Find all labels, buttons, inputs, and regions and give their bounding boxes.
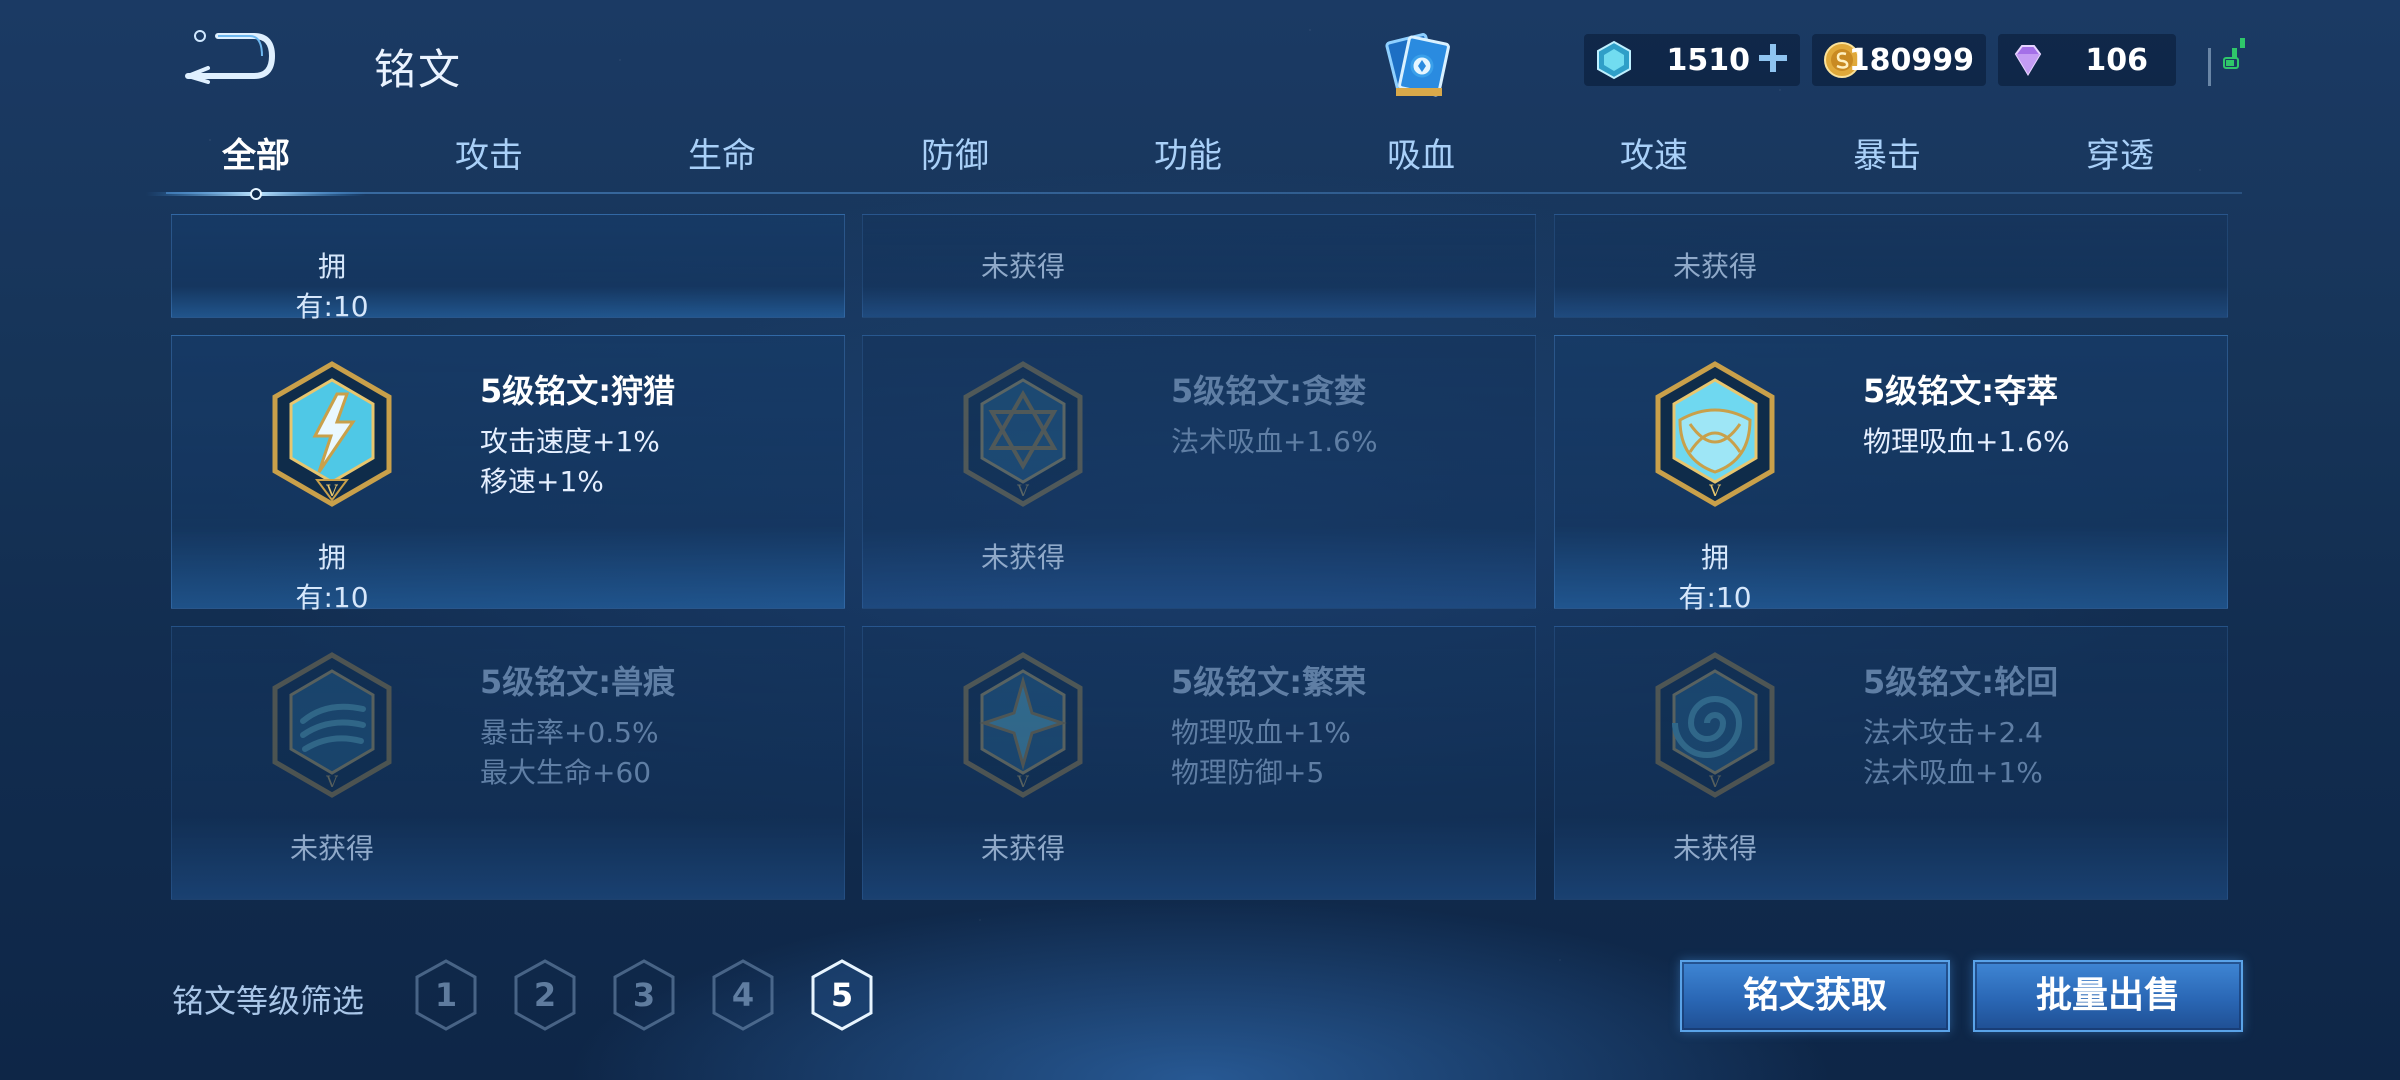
card-stat: 暴击率+0.5%	[480, 716, 659, 749]
purple-diamond-icon	[2014, 45, 2042, 76]
card-stat: 法术吸血+1.6%	[1171, 425, 1378, 458]
card-title: 5级铭文:繁荣	[1171, 663, 1367, 701]
inscription-card-cycle[interactable]: V 5级铭文:轮回 法术攻击+2.4 法术吸血+1% 未获得	[1554, 626, 2228, 900]
hunt-lightning-emblem-icon: V	[272, 361, 392, 507]
level-number: 4	[731, 976, 755, 1014]
gem-coupon-icon	[1597, 40, 1631, 80]
not-obtained-label: 未获得	[980, 541, 1065, 574]
owned-count: 拥有:10	[295, 541, 369, 614]
tab-utility[interactable]: 功能	[1098, 128, 1278, 194]
level-filter-label: 铭文等级筛选	[172, 982, 365, 1020]
inscription-card-greed[interactable]: V 5级铭文:贪婪 法术吸血+1.6% 未获得	[862, 335, 1536, 609]
gold-currency: 180999	[1812, 34, 1986, 86]
inscription-deck-icon[interactable]	[1378, 26, 1458, 106]
gem-count: 1510	[1666, 42, 1751, 78]
card-title: 5级铭文:轮回	[1863, 663, 2059, 701]
gold-count: 180999	[1848, 42, 1974, 78]
get-inscription-button[interactable]: 铭文获取	[1680, 960, 1950, 1032]
level-v-mark: V	[1708, 772, 1721, 791]
seize-knot-emblem-icon: V	[1655, 361, 1775, 507]
not-obtained-label: 未获得	[1672, 250, 1757, 283]
card-stat: 物理吸血+1.6%	[1863, 425, 2070, 458]
level-number: 2	[533, 976, 557, 1014]
inscription-card-partial[interactable]: 未获得	[1554, 214, 2228, 318]
level-filter-4[interactable]: 4	[710, 958, 776, 1032]
level-v-mark: V	[1016, 481, 1029, 500]
inscription-card-prosper[interactable]: V 5级铭文:繁荣 物理吸血+1% 物理防御+5 未获得	[862, 626, 1536, 900]
card-title: 5级铭文:兽痕	[480, 663, 676, 701]
card-stat: 物理防御+5	[1171, 756, 1325, 789]
level-filter-3[interactable]: 3	[611, 958, 677, 1032]
card-stat: 攻击速度+1%	[480, 425, 660, 458]
diamond-count: 106	[2085, 42, 2148, 78]
not-obtained-label: 未获得	[289, 832, 374, 865]
card-stat: 移速+1%	[480, 465, 604, 498]
tab-attack-speed[interactable]: 攻速	[1564, 128, 1744, 194]
level-v-mark: V	[325, 481, 338, 500]
back-button[interactable]	[178, 28, 278, 84]
cycle-swirl-emblem-icon: V	[1655, 652, 1775, 798]
inscription-card-beast[interactable]: V 5级铭文:兽痕 暴击率+0.5% 最大生命+60 未获得	[171, 626, 845, 900]
not-obtained-label: 未获得	[980, 832, 1065, 865]
inscription-card-hunt[interactable]: V 5级铭文:狩猎 攻击速度+1% 移速+1% 拥有:10	[171, 335, 845, 614]
level-number: 1	[434, 976, 458, 1014]
category-tabs: 全部 攻击 生命 防御 功能 吸血 攻速 暴击 穿透	[146, 128, 2242, 200]
greed-star-emblem-icon: V	[963, 361, 1083, 507]
not-obtained-label: 未获得	[1672, 832, 1757, 865]
add-gem-icon[interactable]	[1756, 41, 1790, 75]
not-obtained-label: 未获得	[980, 250, 1065, 283]
tab-defense[interactable]: 防御	[865, 128, 1045, 194]
back-arrow-icon	[185, 30, 276, 84]
card-stat: 物理吸血+1%	[1171, 716, 1351, 749]
inscription-card-partial[interactable]: 未获得	[862, 214, 1536, 318]
tab-lifesteal[interactable]: 吸血	[1331, 128, 1511, 194]
card-stat: 最大生命+60	[480, 756, 652, 789]
prosper-star-emblem-icon: V	[963, 652, 1083, 798]
page-title: 铭文	[374, 45, 463, 94]
inscription-card-seize[interactable]: V 5级铭文:夺萃 物理吸血+1.6% 拥有:10	[1554, 335, 2228, 614]
level-v-mark: V	[1708, 481, 1721, 500]
owned-count: 拥有:10	[1678, 541, 1752, 614]
bulk-sell-button[interactable]: 批量出售	[1973, 960, 2243, 1032]
beast-claw-emblem-icon: V	[272, 652, 392, 798]
owned-count: 拥有:10	[295, 250, 369, 323]
card-title: 5级铭文:狩猎	[480, 372, 676, 410]
level-v-mark: V	[1016, 772, 1029, 791]
level-v-mark: V	[325, 772, 338, 791]
card-stat: 法术攻击+2.4	[1863, 716, 2043, 749]
level-filter-1[interactable]: 1	[413, 958, 479, 1032]
inscription-card-partial[interactable]: 拥有:10	[171, 214, 845, 323]
level-number: 3	[632, 976, 656, 1014]
tab-attack[interactable]: 攻击	[399, 128, 579, 194]
tab-penetration[interactable]: 穿透	[2030, 128, 2210, 194]
tab-health[interactable]: 生命	[632, 128, 812, 194]
card-title: 5级铭文:贪婪	[1171, 372, 1367, 410]
network-battery-icon	[2206, 34, 2256, 88]
diamond-currency: 106	[1998, 34, 2176, 86]
gem-currency: 1510	[1584, 34, 1800, 86]
card-title: 5级铭文:夺萃	[1863, 372, 2059, 410]
level-filter-5[interactable]: 5	[809, 958, 875, 1032]
card-stat: 法术吸血+1%	[1863, 756, 2043, 789]
level-filter-2[interactable]: 2	[512, 958, 578, 1032]
level-number: 5	[830, 976, 854, 1014]
active-tab-indicator	[146, 188, 366, 200]
tab-critical[interactable]: 暴击	[1797, 128, 1977, 194]
